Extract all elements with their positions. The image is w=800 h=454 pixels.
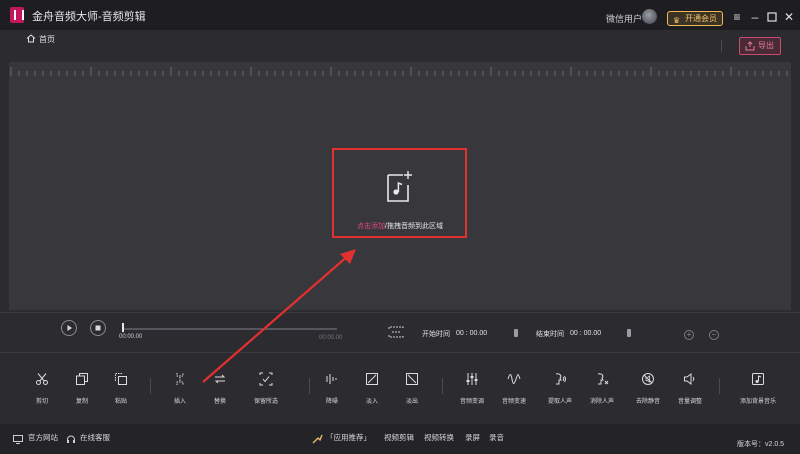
headset-icon bbox=[66, 431, 76, 443]
app-logo bbox=[10, 7, 24, 23]
progress-track[interactable] bbox=[122, 328, 337, 330]
avatar[interactable] bbox=[642, 9, 657, 24]
tool-label: 音频变调 bbox=[459, 399, 484, 405]
link-screen-record[interactable]: 录屏 bbox=[465, 432, 480, 443]
website-link[interactable]: 官方网站 bbox=[28, 432, 58, 443]
start-time-label: 开始时间 bbox=[422, 331, 450, 338]
export-label: 导出 bbox=[758, 41, 774, 50]
remove-vocal-icon bbox=[595, 372, 609, 386]
maximize-icon[interactable] bbox=[765, 10, 779, 24]
tool-add-bgm-button[interactable]: 添加背景音乐 bbox=[733, 372, 783, 408]
start-marker-icon[interactable] bbox=[514, 329, 518, 337]
extract-vocal-icon bbox=[553, 372, 567, 386]
tool-replace-button[interactable]: 替换 bbox=[197, 372, 243, 408]
toolbar-divider bbox=[150, 378, 151, 394]
tool-label: 消除人声 bbox=[589, 399, 614, 405]
export-icon bbox=[745, 41, 755, 57]
toolbar-divider bbox=[719, 378, 720, 394]
tool-remove-silence-button[interactable]: 去除静音 bbox=[623, 372, 673, 408]
remove-silence-icon bbox=[641, 372, 655, 386]
username[interactable]: 微信用户 bbox=[606, 12, 642, 25]
scissors-icon bbox=[35, 372, 49, 386]
tool-speed-button[interactable]: 音频变速 bbox=[491, 372, 537, 408]
selection-range-icon[interactable] bbox=[388, 325, 404, 343]
add-bgm-icon bbox=[751, 372, 765, 386]
tool-label: 保留所选 bbox=[253, 399, 278, 405]
tool-label: 粘贴 bbox=[114, 399, 127, 405]
tool-label: 淡出 bbox=[405, 399, 418, 405]
tool-label: 去除静音 bbox=[635, 399, 660, 405]
tool-pitch-button[interactable]: 音频变调 bbox=[449, 372, 495, 408]
app-title: 金舟音频大师-音频剪辑 bbox=[32, 11, 146, 23]
link-video-edit[interactable]: 视频剪辑 bbox=[384, 432, 414, 443]
speed-icon bbox=[507, 372, 521, 386]
end-marker-icon[interactable] bbox=[627, 329, 631, 337]
pitch-icon bbox=[465, 372, 479, 386]
drop-hint-text: /拖拽音频到此区域 bbox=[385, 223, 443, 230]
website-icon bbox=[13, 431, 23, 444]
progress-handle[interactable] bbox=[122, 323, 124, 332]
version-label: 版本号：v2.0.5 bbox=[737, 441, 785, 448]
app-window: 金舟音频大师-音频剪辑 微信用户 ♛ 开通会员 ≡ – ✕ 首页 导出 点击添加… bbox=[0, 0, 800, 454]
fade-out-icon bbox=[405, 372, 419, 386]
menu-icon[interactable]: ≡ bbox=[730, 10, 744, 24]
tool-paste-button[interactable]: 粘贴 bbox=[98, 372, 144, 408]
drop-hint: 点击添加/拖拽音频到此区域 bbox=[0, 221, 800, 231]
tool-remove-vocal-button[interactable]: 消除人声 bbox=[577, 372, 627, 408]
fade-in-icon bbox=[365, 372, 379, 386]
title-bar: 金舟音频大师-音频剪辑 微信用户 ♛ 开通会员 ≡ – ✕ bbox=[0, 0, 800, 30]
total-time: 00:00.00 bbox=[319, 335, 343, 341]
zoom-out-icon[interactable]: − bbox=[709, 330, 719, 340]
play-icon bbox=[67, 325, 72, 331]
paste-icon bbox=[114, 372, 128, 386]
tool-label: 添加背景音乐 bbox=[739, 399, 776, 405]
recommend-label: 「应用推荐」 bbox=[326, 433, 371, 442]
close-icon[interactable]: ✕ bbox=[782, 10, 796, 24]
toolbar-divider bbox=[442, 378, 443, 394]
timeline-ruler[interactable] bbox=[9, 62, 791, 76]
zoom-in-icon[interactable]: + bbox=[684, 330, 694, 340]
vip-label: 开通会员 bbox=[685, 14, 717, 23]
end-time-label: 结束时间 bbox=[536, 331, 564, 338]
toolbar-divider bbox=[309, 378, 310, 394]
tool-label: 音量调整 bbox=[677, 399, 702, 405]
add-audio-icon[interactable] bbox=[386, 169, 412, 204]
link-audio-record[interactable]: 录音 bbox=[489, 432, 504, 443]
replace-icon bbox=[213, 372, 227, 386]
header-divider bbox=[721, 40, 722, 52]
volume-icon bbox=[683, 372, 697, 386]
play-button[interactable] bbox=[61, 320, 77, 336]
start-time-input[interactable]: 00 : 00.00 bbox=[456, 330, 487, 337]
stop-button[interactable] bbox=[90, 320, 106, 336]
crown-icon: ♛ bbox=[673, 16, 681, 25]
home-link[interactable]: 首页 bbox=[26, 33, 55, 45]
support-link[interactable]: 在线客服 bbox=[80, 432, 110, 443]
tool-fade-out-button[interactable]: 淡出 bbox=[389, 372, 435, 408]
keep-selection-icon bbox=[259, 372, 273, 386]
denoise-icon bbox=[325, 372, 339, 386]
home-label: 首页 bbox=[39, 35, 55, 44]
tool-volume-button[interactable]: 音量调整 bbox=[667, 372, 713, 408]
home-icon bbox=[26, 34, 36, 43]
tool-label: 音频变速 bbox=[501, 399, 526, 405]
vip-button[interactable]: ♛ 开通会员 bbox=[667, 11, 723, 26]
export-button[interactable]: 导出 bbox=[739, 37, 781, 55]
tool-keep-selection-button[interactable]: 保留所选 bbox=[238, 372, 294, 408]
sub-header bbox=[0, 30, 800, 60]
end-time-input[interactable]: 00 : 00.00 bbox=[570, 330, 601, 337]
recommend-icon bbox=[312, 431, 323, 444]
tool-label: 替换 bbox=[213, 399, 226, 405]
link-video-convert[interactable]: 视频转换 bbox=[424, 432, 454, 443]
stop-icon bbox=[95, 325, 101, 331]
copy-icon bbox=[75, 372, 89, 386]
minimize-icon[interactable]: – bbox=[748, 10, 762, 24]
add-file-link[interactable]: 点击添加 bbox=[357, 223, 385, 230]
current-time: 00:00.00 bbox=[119, 334, 143, 340]
insert-icon bbox=[173, 372, 187, 386]
